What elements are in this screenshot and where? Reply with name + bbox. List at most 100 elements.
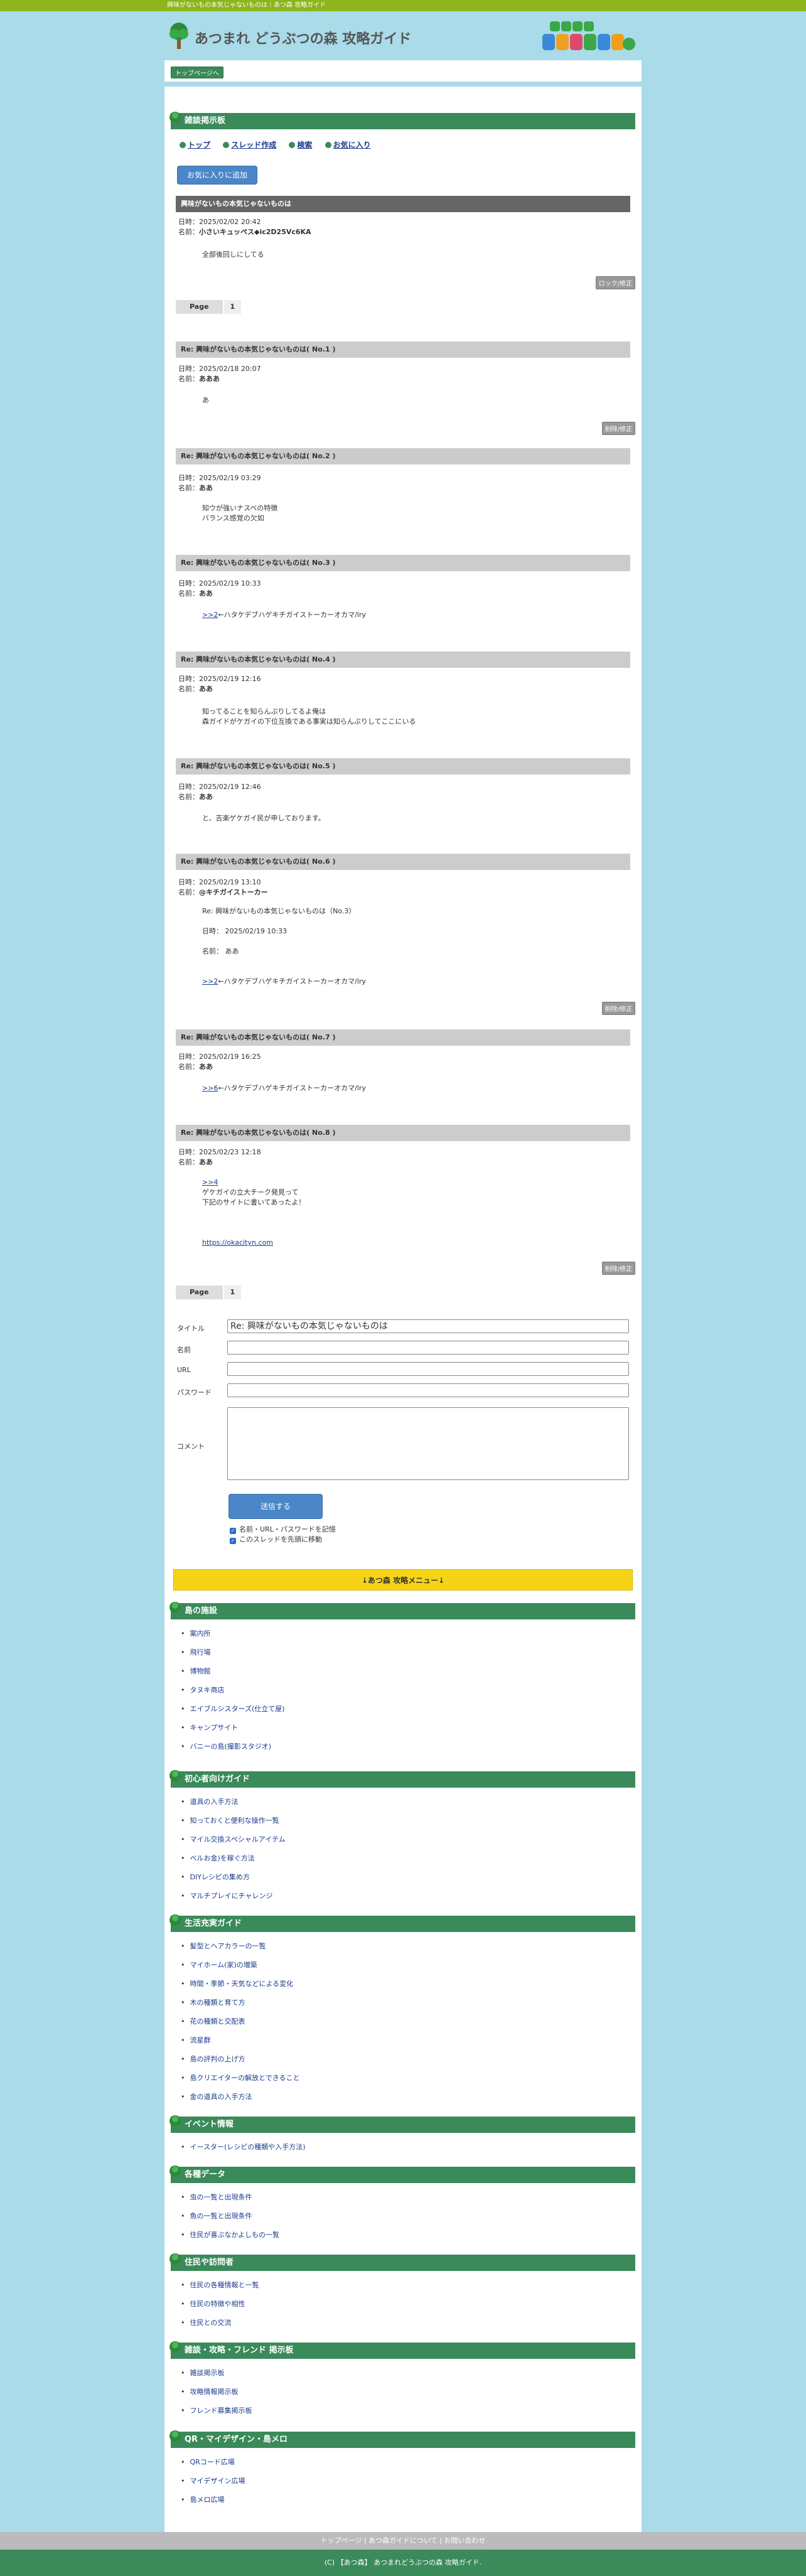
leaf-icon	[169, 2115, 181, 2127]
nav-new-thread-link[interactable]: スレッド作成	[223, 139, 276, 150]
reply-date: 日時：2025/02/19 10:33	[178, 579, 261, 588]
menu-link[interactable]: 博物館	[181, 1662, 285, 1681]
footer-copyright: (C) 【あつ森】 あつまれどうぶつの森 攻略ガイド.	[0, 2550, 806, 2576]
menu-link[interactable]: タヌキ商店	[181, 1681, 285, 1700]
menu-link[interactable]: マルチプレイにチャレンジ	[181, 1887, 286, 1906]
section-facilities-list: 案内所 飛行場 博物館 タヌキ商店 エイブルシスターズ(仕立て屋) キャンプサイ…	[181, 1624, 285, 1756]
menu-link[interactable]: イースター(レシピの種類や入手方法)	[181, 2138, 306, 2157]
name-input[interactable]	[227, 1341, 629, 1355]
reply-title: Re: 興味がないもの本気じゃないものは( No.8 )	[176, 1125, 630, 1141]
quote-link[interactable]: >>2	[202, 611, 218, 619]
move-top-checkbox[interactable]: ✓ このスレッドを先頭に移動	[230, 1534, 322, 1544]
checkbox-checked-icon: ✓	[230, 1538, 236, 1544]
reply-meta: 日時：2025/02/19 16:25 名前：ああ	[178, 1052, 261, 1072]
reply-body: >>6←ハタケデブハゲキチガイストーカーオカマ/lry	[202, 1084, 366, 1092]
site-title[interactable]: あつまれ どうぶつの森 攻略ガイド	[195, 28, 411, 48]
delete-edit-button[interactable]: 削除/修正	[601, 1262, 635, 1275]
reply-title: Re: 興味がないもの本気じゃないものは( No.6 )	[176, 854, 630, 870]
menu-link[interactable]: バニーの島(撮影スタジオ)	[181, 1737, 285, 1756]
thread-date: 日時：2025/02/02 20:42	[178, 218, 261, 226]
site-header: あつまれ どうぶつの森 攻略ガイド	[164, 15, 642, 56]
page-1-link[interactable]: 1	[223, 1285, 242, 1299]
reply-meta: 日時：2025/02/19 12:46 名前：ああ	[178, 782, 261, 802]
menu-link[interactable]: DIYレシピの集め方	[181, 1868, 286, 1887]
menu-link[interactable]: 飛行場	[181, 1643, 285, 1662]
reply-author: 名前：ああ	[178, 484, 213, 492]
menu-link[interactable]: エイブルシスターズ(仕立て屋)	[181, 1700, 285, 1719]
menu-link[interactable]: 島クリエイターの解放とできること	[181, 2069, 300, 2088]
menu-link[interactable]: 花の種類と交配表	[181, 2012, 300, 2031]
reply-body: あ	[202, 396, 209, 404]
menu-link[interactable]: 金の道具の入手方法	[181, 2088, 300, 2106]
reply-author: 名前：あああ	[178, 375, 220, 383]
menu-link[interactable]: 知っておくと便利な操作一覧	[181, 1811, 286, 1830]
reply-meta: 日時：2025/02/19 03:29 名前：ああ	[178, 473, 261, 493]
reply-meta: 日時：2025/02/18 20:07 名前：あああ	[178, 364, 261, 384]
menu-link[interactable]: QRコード広場	[181, 2453, 245, 2472]
breadcrumb-top-link[interactable]: トップページへ	[171, 67, 223, 78]
quote-link[interactable]: >>4	[202, 1178, 218, 1186]
menu-link[interactable]: 木の種類と育て方	[181, 1994, 300, 2012]
submit-button[interactable]: 送信する	[228, 1494, 323, 1519]
reply-author: 名前：ああ	[178, 1158, 213, 1166]
leaf-icon	[169, 1602, 181, 1613]
lock-edit-button[interactable]: ロック/修正	[595, 276, 635, 289]
menu-link[interactable]: 魚の一覧と出現条件	[181, 2207, 279, 2226]
menu-link[interactable]: ベルお金)を稼ぐ方法	[181, 1849, 286, 1868]
menu-link[interactable]: 住民との交流	[181, 2314, 259, 2332]
menu-link[interactable]: 島メロ広場	[181, 2491, 245, 2509]
reply-date: 日時：2025/02/19 12:46	[178, 783, 261, 791]
thread-title: 興味がないもの本気じゃないものは	[176, 196, 630, 212]
delete-edit-button[interactable]: 削除/修正	[601, 422, 635, 435]
menu-link[interactable]: 雑談掲示板	[181, 2364, 252, 2383]
external-link[interactable]: https://okacityn.com	[202, 1238, 273, 1247]
menu-link[interactable]: 島の評判の上げ方	[181, 2050, 300, 2069]
menu-link[interactable]: 住民の各種情報と一覧	[181, 2276, 259, 2295]
menu-link[interactable]: マイデザイン広場	[181, 2472, 245, 2491]
reply-author: 名前：ああ	[178, 1063, 213, 1071]
menu-link[interactable]: 流星群	[181, 2031, 300, 2050]
section-events-header: イベント情報	[169, 2115, 635, 2133]
bullet-icon	[325, 142, 331, 148]
remember-checkbox[interactable]: ✓ 名前・URL・パスワードを記憶	[230, 1524, 336, 1534]
section-beginner-list: 道具の入手方法 知っておくと便利な操作一覧 マイル交換スペシャルアイテム ベルお…	[181, 1793, 286, 1906]
quote-link[interactable]: >>2	[202, 977, 218, 985]
url-input[interactable]	[227, 1362, 629, 1376]
section-facilities-header: 島の施設	[169, 1602, 635, 1619]
quote-link[interactable]: >>6	[202, 1084, 218, 1092]
tree-logo-icon	[169, 23, 188, 49]
menu-link[interactable]: 時間・季節・天気などによる変化	[181, 1975, 300, 1994]
nav-favorites-link[interactable]: お気に入り	[325, 139, 371, 150]
menu-link[interactable]: フレンド募集掲示板	[181, 2402, 252, 2420]
reply-title: Re: 興味がないもの本気じゃないものは( No.1 )	[176, 341, 630, 358]
title-input[interactable]: Re: 興味がないもの本気じゃないものは	[227, 1319, 629, 1333]
footer-links[interactable]: トップページ | あつ森ガイドについて | お問い合わせ	[0, 2532, 806, 2550]
nav-top-link[interactable]: トップ	[180, 139, 210, 150]
menu-link[interactable]: 髪型とヘアカラーの一覧	[181, 1937, 300, 1956]
menu-link[interactable]: 虫の一覧と出現条件	[181, 2188, 279, 2207]
section-villagers-header: 住民や訪問者	[169, 2253, 635, 2271]
section-life-list: 髪型とヘアカラーの一覧 マイホーム(家)の増築 時間・季節・天気などによる変化 …	[181, 1937, 300, 2106]
menu-link[interactable]: 道具の入手方法	[181, 1793, 286, 1811]
page-1-link[interactable]: 1	[223, 300, 242, 314]
menu-link[interactable]: マイホーム(家)の増築	[181, 1956, 300, 1975]
name-label: 名前	[177, 1346, 191, 1354]
menu-toggle-button[interactable]: ↓あつ森 攻略メニュー↓	[173, 1569, 633, 1591]
add-favorite-button[interactable]: お気に入りに追加	[177, 166, 257, 185]
delete-edit-button[interactable]: 削除/修正	[601, 1002, 635, 1015]
section-life-header: 生活充実ガイド	[169, 1914, 635, 1932]
comment-textarea[interactable]	[227, 1407, 629, 1480]
menu-link[interactable]: 攻略情報掲示板	[181, 2383, 252, 2402]
menu-link[interactable]: 住民が喜ぶなかよしもの一覧	[181, 2226, 279, 2245]
main-content: トップページへ 雑談掲示板 トップ スレッド作成 検索 お気に入り お気に入りに…	[164, 60, 642, 2533]
menu-link[interactable]: マイル交換スペシャルアイテム	[181, 1830, 286, 1849]
reply-title: Re: 興味がないもの本気じゃないものは( No.7 )	[176, 1029, 630, 1046]
checkbox-checked-icon: ✓	[230, 1528, 236, 1534]
reply-meta: 日時：2025/02/19 10:33 名前：ああ	[178, 579, 261, 599]
menu-link[interactable]: キャンプサイト	[181, 1719, 285, 1737]
menu-link[interactable]: 住民の特徴や相性	[181, 2295, 259, 2314]
password-input[interactable]	[227, 1383, 629, 1397]
nav-search-link[interactable]: 検索	[289, 139, 312, 150]
reply-date: 日時：2025/02/19 13:10	[178, 878, 261, 886]
menu-link[interactable]: 案内所	[181, 1624, 285, 1643]
